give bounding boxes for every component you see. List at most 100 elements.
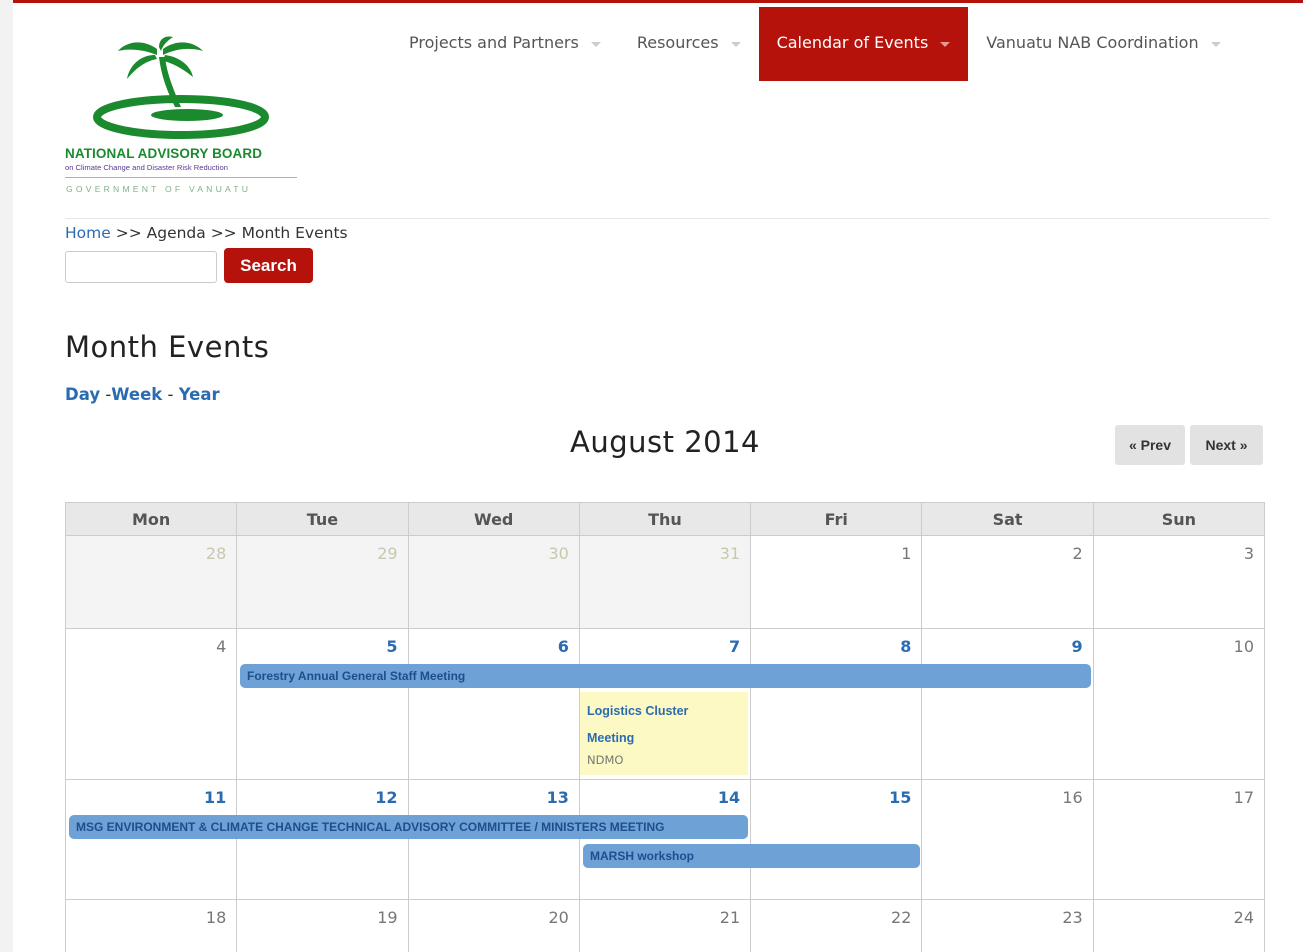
nav-resources[interactable]: Resources [619, 7, 759, 81]
day-cell[interactable]: 13 [407, 779, 580, 900]
day-number-link[interactable]: 8 [751, 629, 921, 656]
day-number: 2 [1072, 544, 1083, 563]
logo-divider [65, 177, 297, 178]
week-row: 18 19 20 21 22 23 24 [64, 899, 1266, 952]
weekday-header: Wed [407, 502, 580, 536]
day-cell[interactable]: 9 [921, 628, 1094, 780]
day-cell[interactable]: 15 [750, 779, 923, 900]
day-cell[interactable]: 6 [407, 628, 580, 780]
day-cell[interactable]: 29 [236, 535, 409, 629]
page-title: Month Events [65, 330, 270, 364]
day-cell[interactable]: 3 [1092, 535, 1266, 629]
event-forestry-meeting[interactable]: Forestry Annual General Staff Meeting [240, 664, 1091, 688]
event-marsh-workshop[interactable]: MARSH workshop [583, 844, 920, 868]
nav-calendar-of-events[interactable]: Calendar of Events [758, 7, 969, 81]
day-number: 17 [1233, 788, 1254, 807]
caret-down-icon [590, 42, 601, 47]
day-cell[interactable]: 2 [921, 535, 1094, 629]
day-number-link[interactable]: 15 [751, 780, 921, 807]
day-number: 22 [891, 908, 912, 927]
day-number: 1 [901, 544, 912, 563]
palm-island-icon [93, 36, 269, 139]
view-separator: - [100, 385, 112, 404]
next-month-button[interactable]: Next » [1190, 425, 1263, 465]
event-title: Logistics Cluster Meeting [587, 698, 741, 752]
prev-month-button[interactable]: « Prev [1115, 425, 1185, 465]
day-number-link[interactable]: 5 [237, 629, 407, 656]
breadcrumb-separator: >> [205, 224, 242, 242]
breadcrumb-home-link[interactable]: Home [65, 224, 111, 242]
weekday-header: Thu [578, 502, 752, 536]
view-week-link[interactable]: Week [111, 385, 162, 404]
breadcrumb-separator: >> [110, 224, 147, 242]
day-number-link[interactable]: 14 [580, 780, 750, 807]
day-cell[interactable]: 16 [921, 779, 1094, 900]
day-number: 23 [1062, 908, 1083, 927]
day-number: 18 [205, 908, 227, 927]
nav-label: Projects and Partners [409, 33, 579, 52]
breadcrumb-current: Month Events [241, 224, 348, 242]
day-cell[interactable]: 19 [236, 899, 409, 952]
day-number: 3 [1243, 544, 1254, 563]
day-number: 24 [1233, 908, 1254, 927]
weekday-header-row: Mon Tue Wed Thu Fri Sat Sun [64, 502, 1266, 536]
day-cell[interactable]: 28 [64, 535, 238, 629]
day-number: 4 [216, 637, 227, 656]
day-cell[interactable]: 31 [578, 535, 752, 629]
day-cell[interactable]: 17 [1092, 779, 1266, 900]
search-input[interactable] [65, 251, 217, 283]
nav-vanuatu-nab-coordination[interactable]: Vanuatu NAB Coordination [968, 7, 1238, 81]
day-number: 16 [1062, 788, 1083, 807]
day-number: 31 [719, 544, 741, 563]
view-year-link[interactable]: Year [179, 385, 220, 404]
day-cell[interactable]: 23 [921, 899, 1094, 952]
day-number-link[interactable]: 7 [580, 629, 750, 656]
weekday-header: Sat [921, 502, 1094, 536]
view-separator: - [162, 385, 179, 404]
day-number: 10 [1233, 637, 1254, 656]
view-day-link[interactable]: Day [65, 385, 100, 404]
day-number-link[interactable]: 13 [409, 780, 579, 807]
day-cell[interactable]: 8 [750, 628, 923, 780]
day-cell[interactable]: 1 [750, 535, 923, 629]
day-cell[interactable]: 14 [578, 779, 752, 900]
day-number: 20 [548, 908, 569, 927]
month-title: August 2014 [570, 425, 761, 459]
week-row: 28 29 30 31 1 2 3 [64, 535, 1266, 629]
caret-down-icon [1210, 42, 1221, 47]
day-number: 29 [377, 544, 398, 563]
day-number-link[interactable]: 12 [237, 780, 407, 807]
day-number-link[interactable]: 6 [409, 629, 579, 656]
caret-down-icon [940, 42, 951, 47]
day-number: 19 [377, 908, 398, 927]
search-button[interactable]: Search [224, 248, 313, 283]
event-title-line: Meeting [587, 731, 635, 745]
day-number-link[interactable]: 9 [922, 629, 1092, 656]
weekday-header: Mon [64, 502, 238, 536]
day-cell[interactable]: 4 [64, 628, 238, 780]
nav-label: Resources [636, 33, 719, 52]
weekday-header: Tue [236, 502, 409, 536]
day-number: 28 [205, 544, 227, 563]
day-cell[interactable]: 10 [1092, 628, 1266, 780]
breadcrumb: Home >> Agenda >> Month Events [65, 224, 348, 242]
day-cell[interactable]: 30 [407, 535, 580, 629]
day-cell[interactable]: 20 [407, 899, 580, 952]
day-cell[interactable]: 21 [578, 899, 752, 952]
day-number-link[interactable]: 11 [66, 780, 236, 807]
main-nav: Projects and Partners Resources Calendar… [391, 7, 1239, 81]
event-logistics-cluster[interactable]: Logistics Cluster Meeting NDMO [580, 692, 748, 775]
day-number: 21 [719, 908, 741, 927]
event-msg-environment-meeting[interactable]: MSG ENVIRONMENT & CLIMATE CHANGE TECHNIC… [69, 815, 748, 839]
site-logo[interactable]: NATIONAL ADVISORY BOARD on Climate Chang… [65, 35, 325, 205]
nav-label: Calendar of Events [776, 33, 929, 52]
nav-projects-and-partners[interactable]: Projects and Partners [391, 7, 619, 81]
day-cell[interactable]: 24 [1092, 899, 1266, 952]
day-cell[interactable]: 18 [64, 899, 238, 952]
week-row: 11 12 13 14 15 16 17 [64, 779, 1266, 900]
breadcrumb-agenda: Agenda [146, 224, 206, 242]
day-cell[interactable]: 11 [64, 779, 238, 900]
day-cell[interactable]: 12 [236, 779, 409, 900]
day-cell[interactable]: 5 [236, 628, 409, 780]
day-cell[interactable]: 22 [750, 899, 923, 952]
